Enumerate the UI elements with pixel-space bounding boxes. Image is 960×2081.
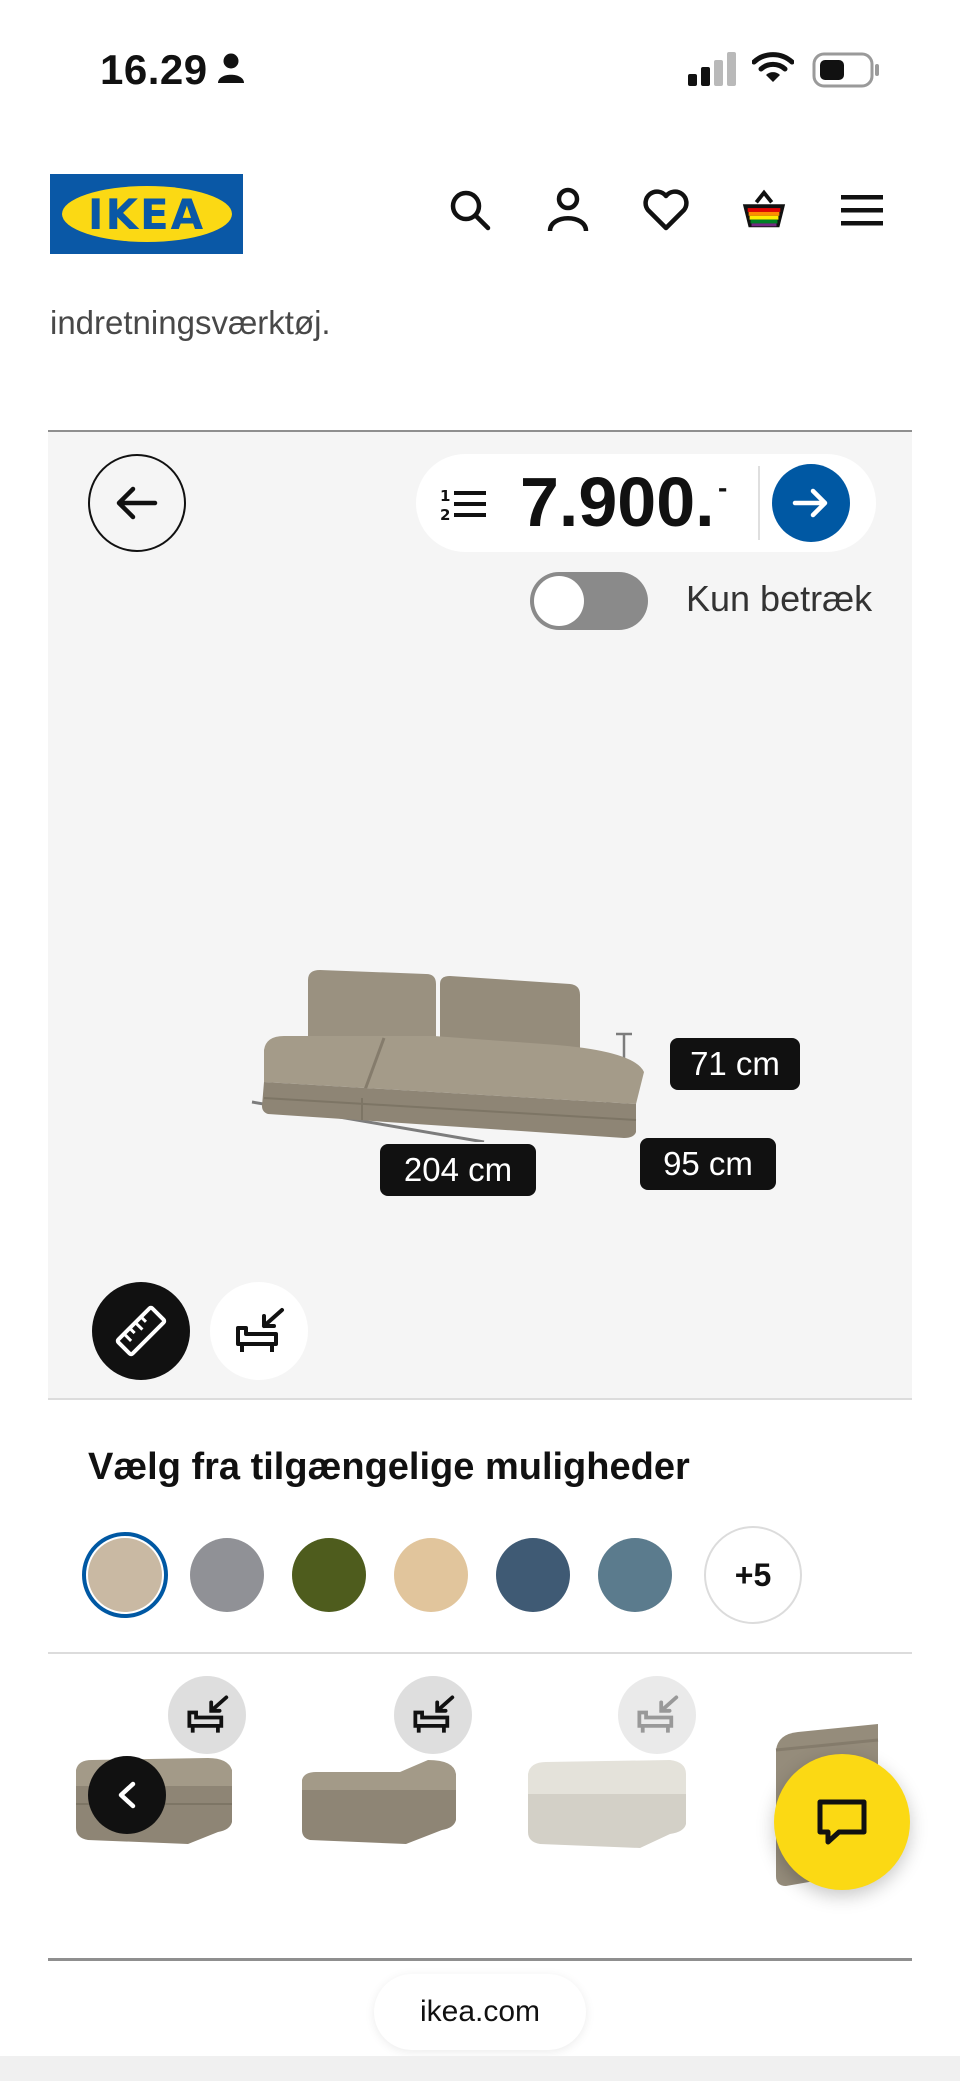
bottom-toolbar-edge [0,2056,960,2081]
module-item-chaise[interactable] [296,1754,460,1850]
chat-icon [817,1799,867,1845]
swatch-grey[interactable] [190,1538,264,1612]
signal-icon [688,52,736,86]
page: 16.29 IKEA indretningsværktøj. 1 2 7.900… [0,0,960,2081]
logo-text: IKEA [87,189,206,239]
module-item-white[interactable] [520,1744,690,1850]
logo-oval: IKEA [61,186,232,242]
back-button[interactable] [88,454,186,552]
add-module-icon [187,1695,229,1733]
product-configurator: 1 2 7.900. - Kun betræk 204 cm 95 cm 71 … [48,430,912,1400]
menu-icon[interactable] [838,186,886,234]
add-module-icon [236,1308,284,1352]
options-divider [48,1652,912,1654]
basket-icon[interactable] [740,186,788,234]
ikea-logo[interactable]: IKEA [50,174,243,254]
add-module-button[interactable] [210,1282,308,1380]
swatch-sand[interactable] [394,1538,468,1612]
bottom-divider [48,1958,912,1961]
status-bar: 16.29 [0,0,960,140]
ruler-icon [115,1305,167,1357]
dimension-height: 71 cm [670,1038,800,1090]
sofa-image [251,970,644,1142]
options-title: Vælg fra tilgængelige muligheder [88,1446,690,1488]
heart-icon[interactable] [642,186,690,234]
svg-text:1: 1 [440,487,450,505]
wifi-icon [752,52,794,82]
add-module-icon [637,1695,679,1733]
arrow-left-icon [116,486,158,520]
cover-only-toggle[interactable] [530,572,648,630]
measure-button[interactable] [92,1282,190,1380]
person-icon [218,53,244,83]
add-module-icon [413,1695,455,1733]
search-icon[interactable] [446,186,494,234]
chevron-left-icon [118,1781,136,1809]
price-summary: 1 2 7.900. - [416,454,876,552]
carousel-prev-button[interactable] [88,1756,166,1834]
toggle-knob [534,576,584,626]
intro-text: indretningsværktøj. [50,304,331,341]
price-suffix: - [718,472,728,503]
dimension-depth: 95 cm [640,1138,776,1190]
swatch-blue-grey[interactable] [598,1538,672,1612]
url-bar[interactable]: ikea.com [374,1974,586,2050]
battery-icon [812,52,879,88]
swatch-green[interactable] [292,1538,366,1612]
arrow-right-icon [792,488,828,518]
more-colors-button[interactable]: +5 [704,1526,802,1624]
dimension-width: 204 cm [380,1144,536,1196]
cover-only-label: Kun betræk [686,578,873,619]
next-button[interactable] [772,464,850,542]
account-icon[interactable] [544,186,592,234]
status-time: 16.29 [100,46,208,93]
numbered-list-icon[interactable]: 1 2 [440,484,488,524]
svg-text:2: 2 [440,506,450,524]
module-badge-3 [618,1676,696,1754]
chat-button[interactable] [774,1754,910,1890]
swatch-beige[interactable] [88,1538,162,1612]
price-value: 7.900. [520,463,715,541]
swatch-dark-blue[interactable] [496,1538,570,1612]
price-divider [758,466,760,540]
module-badge-1 [168,1676,246,1754]
module-badge-2 [394,1676,472,1754]
